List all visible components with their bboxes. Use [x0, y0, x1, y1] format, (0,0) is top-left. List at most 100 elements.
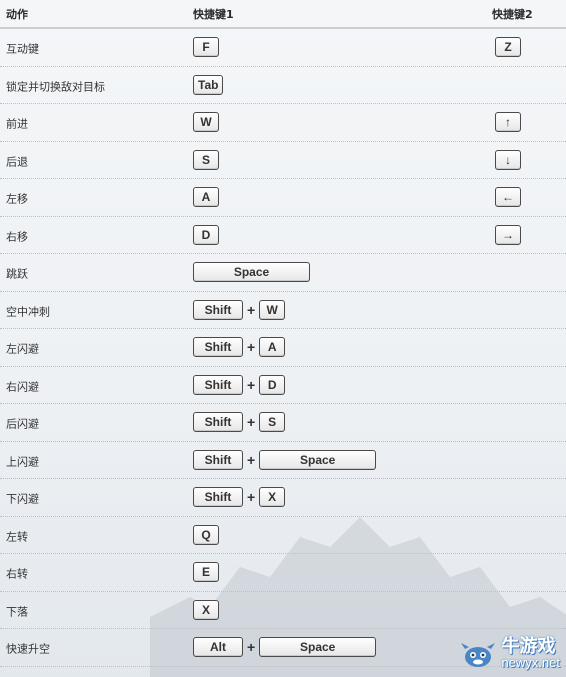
keycap: Z: [495, 37, 521, 58]
table-row: 右转 E: [0, 554, 566, 592]
action-label: 跳跃: [6, 267, 28, 281]
table-row: 上闪避 Shift + Space: [0, 442, 566, 479]
keycap: Shift: [193, 337, 243, 358]
primary-keybinding: D: [193, 224, 219, 245]
keycap: ↓: [495, 149, 521, 170]
primary-keybinding: Shift + A: [193, 337, 286, 358]
keycap: F: [193, 37, 219, 58]
keycap: Space: [259, 637, 377, 658]
column-header-key1: 快捷键1: [193, 8, 234, 21]
keycap: Alt: [193, 637, 243, 658]
action-label: 左闪避: [6, 342, 39, 356]
action-label: 快速升空: [6, 642, 50, 656]
logo-domain-text: newyx.net: [501, 655, 560, 670]
action-label: 后闪避: [6, 417, 39, 431]
table-row: 右闪避 Shift + D: [0, 367, 566, 404]
blue-bull-mascot-icon: [461, 642, 496, 667]
primary-keybinding: F: [193, 37, 219, 58]
keycap: X: [193, 599, 219, 620]
table-row: 左转 Q: [0, 517, 566, 554]
primary-keybinding: E: [193, 562, 219, 583]
table-row: 跳跃 Space: [0, 254, 566, 292]
plus-sign: +: [247, 376, 256, 393]
action-label: 后退: [6, 155, 28, 169]
table-row: 左移 A ←: [0, 179, 566, 217]
keycap: ↑: [495, 112, 521, 133]
keycap: →: [495, 224, 521, 245]
logo-chinese-text: 牛游戏: [501, 636, 556, 657]
plus-sign: +: [247, 639, 256, 656]
keycap: S: [259, 412, 286, 433]
keycap: Space: [259, 449, 377, 470]
primary-keybinding: W: [193, 112, 219, 133]
primary-keybinding: Shift + S: [193, 412, 286, 433]
primary-keybinding: S: [193, 149, 219, 170]
site-logo: 牛游戏 newyx.net: [459, 638, 560, 669]
keycap: Space: [193, 262, 310, 283]
plus-sign: +: [247, 451, 256, 468]
table-row: 后退 S ↓: [0, 142, 566, 179]
plus-sign: +: [247, 489, 256, 506]
keycap: A: [259, 337, 286, 358]
column-header-key2: 快捷键2: [492, 8, 533, 21]
primary-keybinding: Shift + Space: [193, 449, 377, 470]
action-label: 右闪避: [6, 380, 39, 394]
keycap: W: [259, 299, 286, 320]
table-row: 右移 D →: [0, 217, 566, 254]
action-label: 左转: [6, 530, 28, 544]
secondary-keybinding: →: [495, 224, 521, 245]
keycap: Shift: [193, 412, 243, 433]
keycap: Tab: [193, 74, 224, 95]
keybinding-table: 动作 快捷键1 快捷键2 互动键 F Z 锁定并切换敌对目标 Tab 前进 W ↑ 后退 S ↓ 左移…: [0, 0, 566, 667]
primary-keybinding: A: [193, 187, 219, 208]
keycap: W: [193, 112, 219, 133]
plus-sign: +: [247, 414, 256, 431]
table-row: 左闪避 Shift + A: [0, 329, 566, 367]
action-label: 下落: [6, 605, 28, 619]
secondary-keybinding: ↑: [495, 112, 521, 133]
column-header-action: 动作: [6, 8, 28, 21]
action-label: 右移: [6, 230, 28, 244]
action-label: 互动键: [6, 42, 39, 56]
keycap: Shift: [193, 487, 243, 508]
table-header: 动作 快捷键1 快捷键2: [0, 0, 566, 29]
action-label: 下闪避: [6, 492, 39, 506]
primary-keybinding: X: [193, 599, 219, 620]
plus-sign: +: [247, 339, 256, 356]
table-body: 互动键 F Z 锁定并切换敌对目标 Tab 前进 W ↑ 后退 S ↓ 左移 A ← 右移 D → 跳跃 Space…: [0, 29, 566, 667]
keycap: X: [259, 487, 286, 508]
secondary-keybinding: ←: [495, 187, 521, 208]
keycap: S: [193, 149, 219, 170]
plus-sign: +: [247, 301, 256, 318]
action-label: 左移: [6, 192, 28, 206]
primary-keybinding: Shift + D: [193, 374, 286, 395]
action-label: 前进: [6, 117, 28, 131]
keycap: Shift: [193, 449, 243, 470]
keycap: Shift: [193, 374, 243, 395]
table-row: 锁定并切换敌对目标 Tab: [0, 67, 566, 104]
table-row: 互动键 F Z: [0, 29, 566, 67]
keycap: Q: [193, 524, 219, 545]
primary-keybinding: Q: [193, 524, 219, 545]
table-row: 下落 X: [0, 592, 566, 629]
keycap: E: [193, 562, 219, 583]
keycap: D: [259, 374, 286, 395]
table-row: 空中冲刺 Shift + W: [0, 292, 566, 329]
action-label: 空中冲刺: [6, 305, 50, 319]
table-row: 前进 W ↑: [0, 104, 566, 142]
primary-keybinding: Shift + W: [193, 299, 286, 320]
primary-keybinding: Tab: [193, 74, 224, 95]
table-row: 后闪避 Shift + S: [0, 404, 566, 442]
primary-keybinding: Alt + Space: [193, 637, 377, 658]
action-label: 锁定并切换敌对目标: [6, 80, 105, 94]
table-row: 下闪避 Shift + X: [0, 479, 566, 517]
keycap: A: [193, 187, 219, 208]
primary-keybinding: Space: [193, 262, 310, 283]
secondary-keybinding: ↓: [495, 149, 521, 170]
action-label: 右转: [6, 567, 28, 581]
action-label: 上闪避: [6, 455, 39, 469]
primary-keybinding: Shift + X: [193, 487, 286, 508]
secondary-keybinding: Z: [495, 37, 521, 58]
keycap: Shift: [193, 299, 243, 320]
keycap: D: [193, 224, 219, 245]
